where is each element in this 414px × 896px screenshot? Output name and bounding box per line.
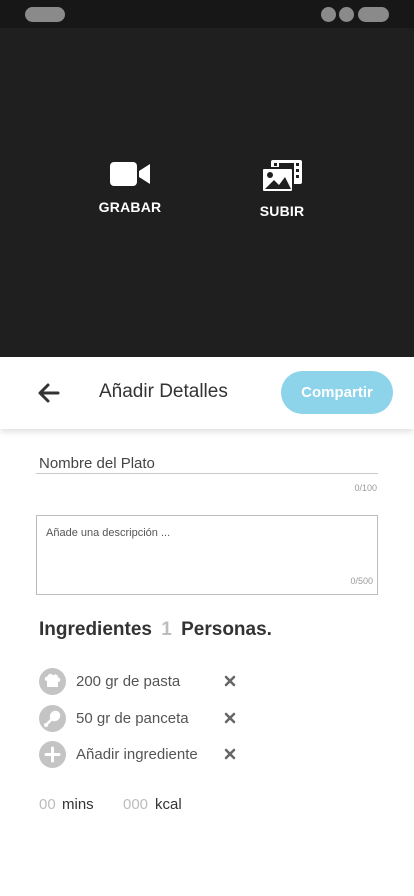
arrow-left-icon — [38, 383, 60, 403]
ingredient-row: 50 gr de panceta — [39, 705, 249, 732]
add-ingredient-label: Añadir ingrediente — [76, 746, 198, 763]
chef-hat-icon — [39, 668, 66, 695]
close-icon — [224, 712, 236, 724]
share-button[interactable]: Compartir — [281, 371, 393, 414]
close-icon — [224, 675, 236, 687]
status-bar — [0, 0, 414, 28]
people-label: Personas. — [181, 619, 272, 640]
page-title: Añadir Detalles — [99, 381, 228, 402]
close-icon — [224, 748, 236, 760]
add-ingredient-row[interactable]: Añadir ingrediente — [39, 741, 249, 768]
ingredients-heading: Ingredientes 1 Personas. — [39, 619, 272, 641]
kcal-unit: kcal — [155, 796, 182, 813]
video-camera-icon — [110, 162, 150, 186]
remove-ingredient-button[interactable] — [222, 673, 238, 689]
wifi-dot — [339, 7, 354, 22]
signal-dot — [321, 7, 336, 22]
remove-ingredient-button[interactable] — [222, 746, 238, 762]
plus-circle-icon — [39, 741, 66, 768]
ingredient-row: 200 gr de pasta — [39, 668, 249, 695]
time-value[interactable]: 00 — [39, 796, 56, 813]
ingredient-label: 50 gr de panceta — [76, 710, 189, 727]
kcal-value[interactable]: 000 — [123, 796, 148, 813]
ingredient-label: 200 gr de pasta — [76, 673, 181, 690]
upload-button[interactable]: SUBIR — [237, 159, 327, 219]
battery-pill — [358, 7, 389, 22]
description-counter: 0/500 — [350, 576, 373, 586]
details-header: Añadir Detalles Compartir — [0, 357, 414, 429]
camera-preview: GRABAR SUBIR — [0, 28, 414, 357]
remove-ingredient-button[interactable] — [222, 710, 238, 726]
app-screen: GRABAR SUBIR Añadir Detalles Compartir N… — [0, 0, 414, 896]
drumstick-icon — [39, 705, 66, 732]
ingredients-title: Ingredientes — [39, 619, 152, 640]
description-field[interactable] — [36, 515, 378, 595]
dish-name-counter: 0/100 — [354, 483, 377, 493]
upload-label: SUBIR — [259, 203, 305, 219]
status-time-pill — [25, 7, 65, 22]
record-button[interactable]: GRABAR — [85, 159, 175, 215]
photo-film-icon — [261, 160, 302, 193]
people-count[interactable]: 1 — [161, 619, 172, 640]
time-unit: mins — [62, 796, 94, 813]
back-button[interactable] — [34, 379, 64, 407]
record-label: GRABAR — [98, 199, 162, 215]
dish-name-field[interactable] — [36, 453, 378, 474]
